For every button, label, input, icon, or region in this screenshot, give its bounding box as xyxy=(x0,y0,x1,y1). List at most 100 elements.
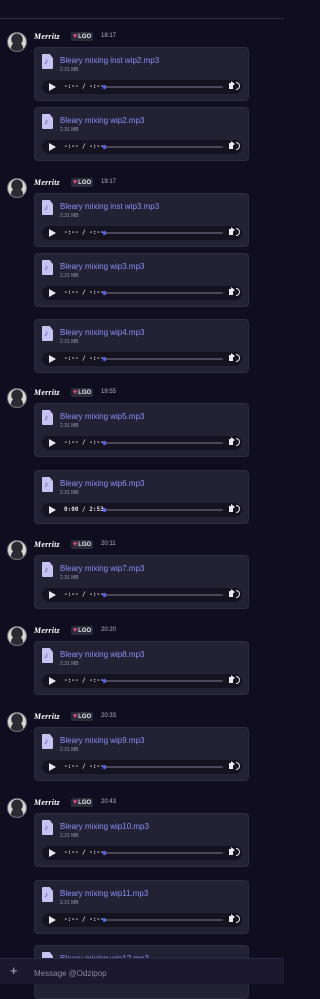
file-name-link[interactable]: Bleary mixing wip10.mp3 xyxy=(60,822,149,831)
seek-thumb[interactable] xyxy=(103,593,106,597)
username[interactable]: Merritz xyxy=(34,32,60,41)
seek-slider[interactable] xyxy=(103,593,223,597)
file-name-link[interactable]: Bleary mixing wip4.mp3 xyxy=(60,328,144,337)
seek-thumb[interactable] xyxy=(103,441,106,445)
avatar[interactable] xyxy=(7,178,27,198)
seek-thumb[interactable] xyxy=(103,357,106,361)
file-size: 2.31 MB xyxy=(60,273,79,279)
user-badge[interactable]: ♥ LGO xyxy=(71,712,94,721)
user-badge[interactable]: ♥ LGO xyxy=(71,798,94,807)
volume-icon[interactable] xyxy=(229,915,240,923)
play-button-icon[interactable] xyxy=(49,506,56,514)
seek-thumb[interactable] xyxy=(103,851,106,855)
audio-time: -:-- / -:-- xyxy=(64,143,104,150)
file-name-link[interactable]: Bleary mixing wip3.mp3 xyxy=(60,262,144,271)
play-button-icon[interactable] xyxy=(49,289,56,297)
timestamp: 19:55 xyxy=(101,389,117,395)
volume-icon[interactable] xyxy=(229,228,240,236)
volume-icon[interactable] xyxy=(229,354,240,362)
seek-slider[interactable] xyxy=(103,441,223,445)
seek-slider[interactable] xyxy=(103,851,223,855)
avatar[interactable] xyxy=(7,798,27,818)
avatar[interactable] xyxy=(7,388,27,408)
seek-slider[interactable] xyxy=(103,85,223,89)
user-badge[interactable]: ♥ LGO xyxy=(71,626,94,635)
play-button-icon[interactable] xyxy=(49,355,56,363)
file-name-link[interactable]: Bleary mixing wip8.mp3 xyxy=(60,650,144,659)
volume-icon[interactable] xyxy=(229,505,240,513)
username[interactable]: Merritz xyxy=(34,388,60,397)
play-button-icon[interactable] xyxy=(49,439,56,447)
play-button-icon[interactable] xyxy=(49,916,56,924)
volume-icon[interactable] xyxy=(229,142,240,150)
play-button-icon[interactable] xyxy=(49,849,56,857)
file-name-link[interactable]: Bleary mixing wip6.mp3 xyxy=(60,479,144,488)
seek-thumb[interactable] xyxy=(103,918,106,922)
play-button-icon[interactable] xyxy=(49,591,56,599)
audio-attachment: Bleary mixing wip7.mp3 2.31 MB -:-- / -:… xyxy=(34,555,249,609)
audio-attachment: Bleary mixing wip2.mp3 2.31 MB -:-- / -:… xyxy=(34,107,249,161)
avatar[interactable] xyxy=(7,540,27,560)
heart-icon: ♥ xyxy=(73,713,78,720)
message-input[interactable] xyxy=(32,965,276,981)
user-badge[interactable]: ♥ LGO xyxy=(71,32,94,41)
seek-slider[interactable] xyxy=(103,231,223,235)
seek-thumb[interactable] xyxy=(103,679,106,683)
audio-player: -:-- / -:-- xyxy=(42,286,242,300)
username[interactable]: Merritz xyxy=(34,540,60,549)
avatar[interactable] xyxy=(7,712,27,732)
file-name-link[interactable]: Bleary mixing wip5.mp3 xyxy=(60,412,144,421)
play-button-icon[interactable] xyxy=(49,83,56,91)
badge-label: LGO xyxy=(78,541,92,548)
file-name-link[interactable]: Bleary mixing wip2.mp3 xyxy=(60,116,144,125)
seek-slider[interactable] xyxy=(103,508,223,512)
audio-attachment: Bleary mixing wip9.mp3 2.31 MB -:-- / -:… xyxy=(34,727,249,781)
avatar[interactable] xyxy=(7,626,27,646)
volume-icon[interactable] xyxy=(229,438,240,446)
audio-attachment: Bleary mixing wip3.mp3 2.31 MB -:-- / -:… xyxy=(34,253,249,307)
volume-icon[interactable] xyxy=(229,762,240,770)
file-name-link[interactable]: Bleary mixing inst wip3.mp3 xyxy=(60,202,159,211)
volume-icon[interactable] xyxy=(229,288,240,296)
add-attachment-button[interactable]: + xyxy=(10,964,18,978)
volume-icon[interactable] xyxy=(229,590,240,598)
seek-slider[interactable] xyxy=(103,145,223,149)
username[interactable]: Merritz xyxy=(34,712,60,721)
file-name-link[interactable]: Bleary mixing wip11.mp3 xyxy=(60,889,148,898)
file-size: 2.31 MB xyxy=(60,423,79,429)
user-badge[interactable]: ♥ LGO xyxy=(71,178,94,187)
user-badge[interactable]: ♥ LGO xyxy=(71,388,94,397)
avatar[interactable] xyxy=(7,32,27,52)
play-button-icon[interactable] xyxy=(49,677,56,685)
volume-icon[interactable] xyxy=(229,82,240,90)
volume-icon[interactable] xyxy=(229,676,240,684)
play-button-icon[interactable] xyxy=(49,229,56,237)
seek-slider[interactable] xyxy=(103,291,223,295)
seek-slider[interactable] xyxy=(103,918,223,922)
file-name-link[interactable]: Bleary mixing wip9.mp3 xyxy=(60,736,144,745)
username[interactable]: Merritz xyxy=(34,798,60,807)
seek-thumb[interactable] xyxy=(103,291,106,295)
seek-thumb[interactable] xyxy=(103,85,106,89)
file-name-link[interactable]: Bleary mixing wip7.mp3 xyxy=(60,564,144,573)
play-button-icon[interactable] xyxy=(49,143,56,151)
username[interactable]: Merritz xyxy=(34,178,60,187)
seek-slider[interactable] xyxy=(103,679,223,683)
seek-slider[interactable] xyxy=(103,357,223,361)
seek-slider[interactable] xyxy=(103,765,223,769)
play-button-icon[interactable] xyxy=(49,763,56,771)
file-size: 2.31 MB xyxy=(60,339,79,345)
audio-file-icon xyxy=(42,820,53,835)
audio-file-icon xyxy=(42,54,53,69)
timestamp: 19:17 xyxy=(101,179,117,185)
username[interactable]: Merritz xyxy=(34,626,60,635)
seek-thumb[interactable] xyxy=(103,508,106,512)
audio-attachment: Bleary mixing wip8.mp3 2.31 MB -:-- / -:… xyxy=(34,641,249,695)
seek-thumb[interactable] xyxy=(103,231,106,235)
volume-icon[interactable] xyxy=(229,848,240,856)
user-badge[interactable]: ♥ LGO xyxy=(71,540,94,549)
audio-time: -:-- / -:-- xyxy=(64,229,104,236)
seek-thumb[interactable] xyxy=(103,765,106,769)
seek-thumb[interactable] xyxy=(103,145,106,149)
file-name-link[interactable]: Bleary mixing inst wip2.mp3 xyxy=(60,56,159,65)
